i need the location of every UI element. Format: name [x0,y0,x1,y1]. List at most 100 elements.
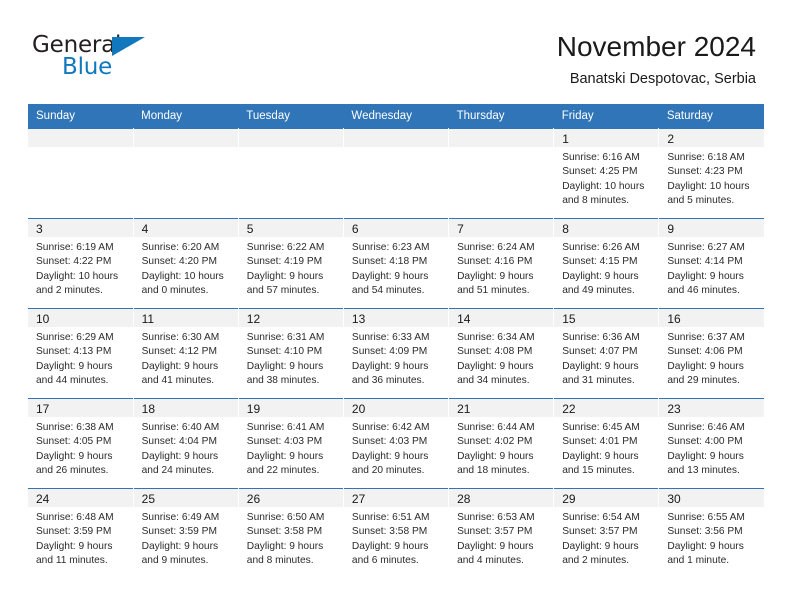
calendar-day-cell-empty [448,128,555,219]
day-detail-line: Sunset: 4:06 PM [667,346,743,358]
day-detail-line: and 34 minutes. [457,374,530,386]
calendar-day-cell[interactable]: 9 Sunrise: 6:27 AM Sunset: 4:14 PM Daylight… [658,218,764,309]
calendar-day-cell[interactable]: 17 Sunrise: 6:38 AM Sunset: 4:05 PM Dayligh… [28,398,134,489]
day-detail-line: Daylight: 9 hours [351,270,429,282]
calendar-day-cell[interactable]: 18 Sunrise: 6:40 AM Sunset: 4:04 PM Dayligh… [133,398,239,489]
day-number: 13 [343,309,449,327]
day-detail-line: and 22 minutes. [246,464,320,476]
day-detail-line: Sunrise: 6:34 AM [457,332,535,343]
weekday-header-tuesday: Tuesday [238,104,344,129]
day-details: Sunrise: 6:18 AM Sunset: 4:23 PM Daylight:… [659,147,764,208]
day-details: Sunrise: 6:24 AM Sunset: 4:16 PM Daylight:… [449,237,553,298]
day-number: 27 [343,489,449,507]
calendar-day-cell[interactable]: 26 Sunrise: 6:50 AM Sunset: 3:58 PM Dayligh… [238,488,344,578]
day-details [344,147,448,151]
calendar-day-cell[interactable]: 4 Sunrise: 6:20 AM Sunset: 4:20 PM Daylight… [133,218,239,309]
calendar-day-cell[interactable]: 28 Sunrise: 6:53 AM Sunset: 3:57 PM Dayligh… [448,488,555,578]
day-detail-line: Sunset: 4:19 PM [246,256,323,268]
day-details: Sunrise: 6:29 AM Sunset: 4:13 PM Daylight:… [28,327,133,388]
day-details: Sunrise: 6:38 AM Sunset: 4:05 PM Daylight:… [28,417,133,478]
day-detail-line: and 9 minutes. [141,554,209,566]
calendar-day-cell[interactable]: 19 Sunrise: 6:41 AM Sunset: 4:03 PM Dayligh… [238,398,344,489]
day-detail-line: and 57 minutes. [246,284,320,296]
day-detail-line: and 11 minutes. [36,554,108,566]
day-number: 23 [659,399,764,417]
day-number: 17 [28,399,133,417]
day-details: Sunrise: 6:50 AM Sunset: 3:58 PM Daylight:… [239,507,343,568]
day-number: 6 [343,219,449,237]
day-detail-line: Sunset: 4:25 PM [562,166,638,178]
day-detail-line: Daylight: 9 hours [457,360,534,372]
day-number: 3 [28,219,133,237]
day-detail-line: and 1 minute. [667,554,730,566]
day-detail-line: Sunset: 4:09 PM [351,346,428,358]
calendar-day-cell[interactable]: 23 Sunrise: 6:46 AM Sunset: 4:00 PM Dayligh… [658,398,764,489]
day-detail-line: Sunset: 3:57 PM [457,526,533,538]
calendar-day-cell[interactable]: 3 Sunrise: 6:19 AM Sunset: 4:22 PM Daylight… [28,218,134,309]
day-detail-line: Sunset: 4:22 PM [36,256,112,268]
day-detail-line: and 38 minutes. [246,374,320,386]
calendar-grid: Sunday Monday Tuesday Wednesday Thursday Frid… [28,104,764,578]
day-detail-line: and 13 minutes. [667,464,740,476]
day-details: Sunrise: 6:16 AM Sunset: 4:25 PM Daylight:… [554,147,658,208]
day-details: Sunrise: 6:33 AM Sunset: 4:09 PM Daylight:… [344,327,448,388]
calendar-day-cell[interactable]: 29 Sunrise: 6:54 AM Sunset: 3:57 PM Dayligh… [553,488,660,578]
calendar-day-cell[interactable]: 16 Sunrise: 6:37 AM Sunset: 4:06 PM Dayligh… [658,308,764,399]
day-detail-line: Sunrise: 6:45 AM [562,422,640,433]
calendar-day-cell[interactable]: 21 Sunrise: 6:44 AM Sunset: 4:02 PM Dayligh… [448,398,555,489]
day-detail-line: Sunrise: 6:44 AM [457,422,535,433]
calendar-body: 1 Sunrise: 6:16 AM Sunset: 4:25 PM Daylight… [28,128,764,578]
day-detail-line: Sunrise: 6:53 AM [457,512,535,523]
day-detail-line: Daylight: 10 hours [141,270,224,282]
day-details: Sunrise: 6:30 AM Sunset: 4:12 PM Daylight:… [134,327,238,388]
calendar-day-cell[interactable]: 10 Sunrise: 6:29 AM Sunset: 4:13 PM Dayligh… [28,308,134,399]
calendar-week-row: 17 Sunrise: 6:38 AM Sunset: 4:05 PM Dayligh… [28,398,764,489]
calendar-day-cell-empty [238,128,344,219]
general-blue-logo[interactable]: General Blue [30,28,160,84]
calendar-day-cell[interactable]: 1 Sunrise: 6:16 AM Sunset: 4:25 PM Daylight… [553,128,660,219]
calendar-day-cell[interactable]: 22 Sunrise: 6:45 AM Sunset: 4:01 PM Dayligh… [553,398,660,489]
calendar-day-cell[interactable]: 8 Sunrise: 6:26 AM Sunset: 4:15 PM Daylight… [553,218,660,309]
day-detail-line: Daylight: 9 hours [562,360,639,372]
calendar-day-cell[interactable]: 6 Sunrise: 6:23 AM Sunset: 4:18 PM Daylight… [343,218,450,309]
day-detail-line: Sunrise: 6:51 AM [351,512,430,523]
day-detail-line: Sunrise: 6:31 AM [246,332,325,343]
calendar-day-cell[interactable]: 20 Sunrise: 6:42 AM Sunset: 4:03 PM Dayligh… [343,398,450,489]
day-number: 5 [238,219,343,237]
day-number [133,129,238,147]
calendar-day-cell[interactable]: 5 Sunrise: 6:22 AM Sunset: 4:19 PM Daylight… [238,218,344,309]
calendar-week-row: 10 Sunrise: 6:29 AM Sunset: 4:13 PM Dayligh… [28,308,764,399]
calendar-day-cell[interactable]: 11 Sunrise: 6:30 AM Sunset: 4:12 PM Dayligh… [133,308,239,399]
day-detail-line: Sunrise: 6:37 AM [667,332,745,343]
calendar-day-cell[interactable]: 14 Sunrise: 6:34 AM Sunset: 4:08 PM Dayligh… [448,308,555,399]
calendar-day-cell[interactable]: 2 Sunrise: 6:18 AM Sunset: 4:23 PM Daylight… [658,128,764,219]
day-detail-line: Sunset: 4:14 PM [667,256,743,268]
day-detail-line: Daylight: 9 hours [457,450,534,462]
day-detail-line: and 44 minutes. [36,374,109,386]
day-detail-line: Daylight: 9 hours [141,360,219,372]
day-details: Sunrise: 6:53 AM Sunset: 3:57 PM Daylight:… [449,507,553,568]
day-detail-line: Sunset: 4:10 PM [246,346,323,358]
page-subtitle: Banatski Despotovac, Serbia [569,71,756,87]
calendar-day-cell[interactable]: 25 Sunrise: 6:49 AM Sunset: 3:59 PM Dayligh… [133,488,239,578]
day-details: Sunrise: 6:34 AM Sunset: 4:08 PM Daylight:… [449,327,553,388]
day-detail-line: Daylight: 9 hours [562,270,639,282]
day-detail-line: and 41 minutes. [141,374,215,386]
title-block: November 2024 Banatski Despotovac, Serbi… [557,28,756,90]
calendar-day-cell[interactable]: 13 Sunrise: 6:33 AM Sunset: 4:09 PM Dayligh… [343,308,450,399]
day-number: 29 [554,489,659,507]
calendar-day-cell[interactable]: 24 Sunrise: 6:48 AM Sunset: 3:59 PM Dayligh… [28,488,134,578]
calendar-day-cell[interactable]: 7 Sunrise: 6:24 AM Sunset: 4:16 PM Daylight… [448,218,555,309]
calendar-day-cell[interactable]: 12 Sunrise: 6:31 AM Sunset: 4:10 PM Dayligh… [238,308,344,399]
day-details: Sunrise: 6:44 AM Sunset: 4:02 PM Daylight:… [449,417,553,478]
calendar-day-cell[interactable]: 15 Sunrise: 6:36 AM Sunset: 4:07 PM Dayligh… [553,308,660,399]
calendar-day-cell[interactable]: 27 Sunrise: 6:51 AM Sunset: 3:58 PM Dayligh… [343,488,450,578]
day-number: 9 [659,219,764,237]
day-detail-line: Sunset: 4:12 PM [141,346,217,358]
day-number: 4 [133,219,238,237]
day-number: 10 [28,309,133,327]
day-detail-line: Sunset: 4:15 PM [562,256,638,268]
day-detail-line: Sunset: 4:18 PM [351,256,428,268]
calendar-day-cell[interactable]: 30 Sunrise: 6:55 AM Sunset: 3:56 PM Dayligh… [658,488,764,578]
day-details: Sunrise: 6:23 AM Sunset: 4:18 PM Daylight:… [344,237,448,298]
